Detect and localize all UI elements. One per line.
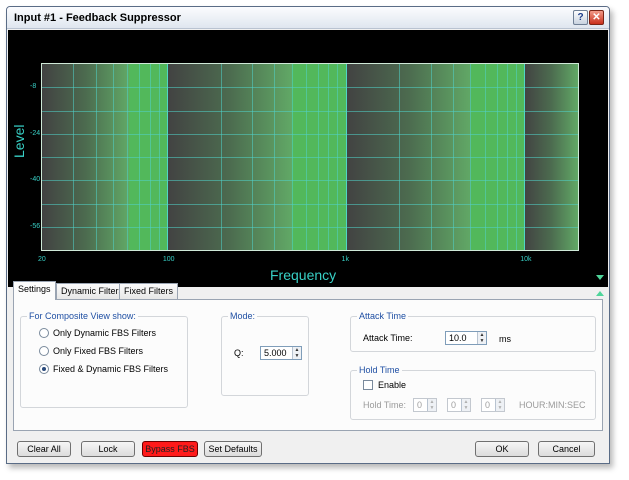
attack-time-title: Attack Time xyxy=(357,311,409,321)
composite-view-title: For Composite View show: xyxy=(27,311,138,321)
hold-seconds-value: 0 xyxy=(485,400,491,410)
title-bar: Input #1 - Feedback Suppressor ? ✕ xyxy=(7,7,609,29)
q-label: Q: xyxy=(234,348,244,358)
window-title: Input #1 - Feedback Suppressor xyxy=(14,12,181,24)
plot-area xyxy=(41,63,579,251)
grid-line-horizontal xyxy=(42,133,578,135)
attack-time-value: 10.0 xyxy=(449,333,467,343)
radio-only-fixed[interactable]: Only Fixed FBS Filters xyxy=(39,346,143,356)
hold-minutes-value: 0 xyxy=(451,400,457,410)
triangle-up-icon[interactable] xyxy=(596,291,604,296)
spin-down-icon[interactable]: ▼ xyxy=(293,353,301,359)
hold-time-format: HOUR:MIN:SEC xyxy=(519,400,586,410)
hold-enable-checkbox[interactable] xyxy=(363,380,373,390)
grid-line-horizontal xyxy=(42,203,578,205)
cancel-button[interactable]: Cancel xyxy=(538,441,595,457)
set-defaults-button[interactable]: Set Defaults xyxy=(204,441,262,457)
radio-fixed-dynamic[interactable]: Fixed & Dynamic FBS Filters xyxy=(39,364,168,374)
hold-minutes-spinner[interactable]: 0 ▲ ▼ xyxy=(447,398,471,412)
mode-group: Mode: Q: 5.000 ▲ ▼ xyxy=(221,311,309,396)
hold-seconds-spinner[interactable]: 0 ▲ ▼ xyxy=(481,398,505,412)
help-button[interactable]: ? xyxy=(573,10,588,25)
x-axis-title: Frequency xyxy=(270,267,337,283)
lock-button[interactable]: Lock xyxy=(81,441,135,457)
y-tick-label: -40 xyxy=(30,176,41,184)
radio-button-icon[interactable] xyxy=(39,328,49,338)
spin-down-icon[interactable]: ▼ xyxy=(428,405,436,411)
tab-fixed-filters[interactable]: Fixed Filters xyxy=(119,283,179,299)
close-button[interactable]: ✕ xyxy=(589,10,604,25)
spin-down-icon[interactable]: ▼ xyxy=(462,405,470,411)
feedback-suppressor-window: Input #1 - Feedback Suppressor ? ✕ -8 -24… xyxy=(6,6,610,464)
spin-down-icon[interactable]: ▼ xyxy=(496,405,504,411)
radio-only-dynamic[interactable]: Only Dynamic FBS Filters xyxy=(39,328,156,338)
radio-button-icon[interactable] xyxy=(39,346,49,356)
hold-hours-spinner[interactable]: 0 ▲ ▼ xyxy=(413,398,437,412)
x-tick-label: 10k xyxy=(520,256,532,263)
attack-time-spinner[interactable]: 10.0 ▲ ▼ xyxy=(445,331,487,345)
settings-panel: For Composite View show: Only Dynamic FB… xyxy=(13,299,603,431)
bypass-fbs-button[interactable]: Bypass FBS xyxy=(142,441,198,457)
y-tick-label: -56 xyxy=(30,222,41,230)
clear-all-button[interactable]: Clear All xyxy=(17,441,71,457)
attack-time-label: Attack Time: xyxy=(363,333,413,343)
grid-line-horizontal xyxy=(42,157,578,158)
x-tick-label: 1k xyxy=(341,256,349,263)
hold-hours-value: 0 xyxy=(417,400,423,410)
tab-settings[interactable]: Settings xyxy=(13,281,56,300)
hold-time-title: Hold Time xyxy=(357,365,402,375)
x-tick-label: 100 xyxy=(162,256,175,263)
spin-down-icon[interactable]: ▼ xyxy=(478,338,486,344)
hold-time-group: Hold Time Enable Hold Time: 0 ▲ ▼ 0 ▲ ▼ 0 … xyxy=(350,365,596,420)
x-tick-label: 20 xyxy=(38,256,46,263)
q-value: 5.000 xyxy=(264,348,287,358)
ok-button[interactable]: OK xyxy=(475,441,529,457)
q-spinner[interactable]: 5.000 ▲ ▼ xyxy=(260,346,302,360)
composite-view-group: For Composite View show: Only Dynamic FB… xyxy=(20,311,188,408)
triangle-down-icon[interactable] xyxy=(596,275,604,280)
y-axis-title: Level xyxy=(11,124,27,158)
frequency-graph: -8 -24 -40 -56 20 100 1k 10k Level Frequency xyxy=(8,30,608,287)
mode-title: Mode: xyxy=(228,311,258,321)
attack-time-unit: ms xyxy=(499,334,511,344)
hold-time-label: Hold Time: xyxy=(363,400,407,410)
tab-dynamic-filters[interactable]: Dynamic Filters xyxy=(56,283,129,299)
attack-time-group: Attack Time Attack Time: 10.0 ▲ ▼ ms xyxy=(350,311,596,352)
grid-line-horizontal xyxy=(42,110,578,112)
hold-enable-label: Enable xyxy=(378,380,407,390)
y-tick-label: -24 xyxy=(30,129,41,137)
y-tick-label: -8 xyxy=(30,83,37,91)
grid-line-horizontal xyxy=(42,180,578,182)
radio-selected-icon[interactable] xyxy=(39,364,49,374)
grid-line-horizontal xyxy=(42,226,578,228)
grid-line-horizontal xyxy=(42,87,578,89)
